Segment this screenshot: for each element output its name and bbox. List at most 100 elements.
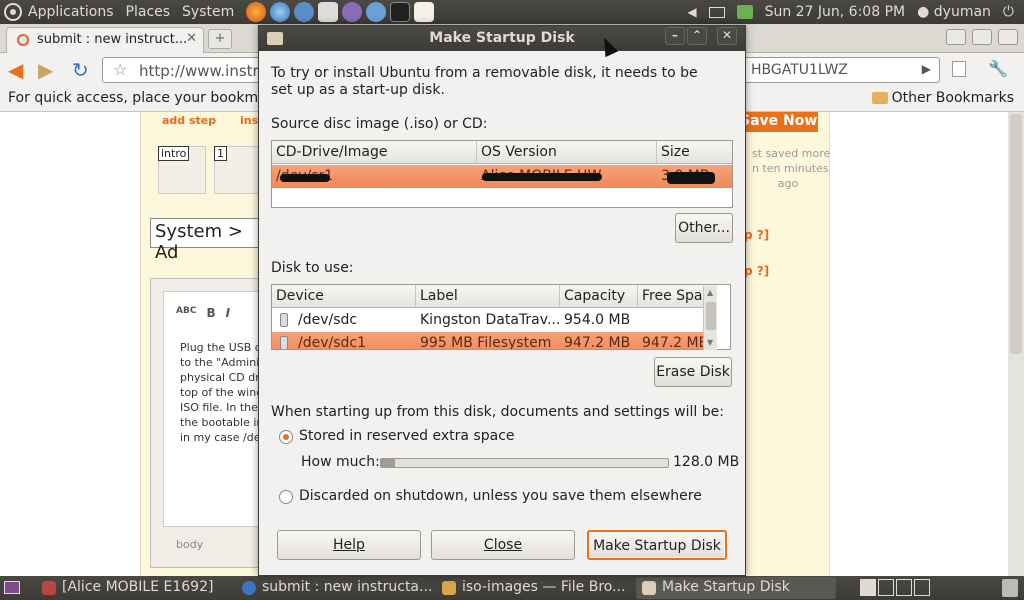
editor-text: Plug the USB d to the "Adminis physical … — [180, 341, 258, 444]
maximize-button[interactable] — [972, 29, 992, 45]
taskbar-item[interactable]: [Alice MOBILE E1692] — [36, 577, 232, 599]
italic-button[interactable]: I — [226, 306, 230, 320]
menu-applications[interactable]: Applications — [22, 4, 120, 20]
menu-system[interactable]: System — [176, 4, 240, 20]
column-header-capacity[interactable]: Capacity — [560, 285, 638, 307]
page-menu-icon[interactable] — [952, 61, 966, 77]
taskbar-item[interactable]: iso-images — File Bro... — [436, 577, 632, 599]
discarded-radio[interactable] — [279, 490, 293, 504]
workspace-1[interactable] — [860, 579, 876, 596]
close-button[interactable] — [998, 29, 1018, 45]
how-much-value: 128.0 MB — [673, 454, 740, 470]
workspace-3[interactable] — [896, 579, 912, 596]
new-tab-button[interactable]: + — [208, 29, 232, 49]
redaction-mark — [482, 173, 602, 181]
workspace-2[interactable] — [878, 579, 894, 596]
go-arrow-icon[interactable]: ▶ — [922, 62, 931, 76]
stored-radio[interactable] — [279, 430, 293, 444]
column-header-device[interactable]: Device — [272, 285, 416, 307]
startup-disk-icon — [642, 581, 656, 595]
chromium-launcher-icon[interactable] — [270, 2, 291, 22]
help-link[interactable]: p ?] — [744, 228, 769, 242]
step-title-input[interactable]: System > Ad — [150, 218, 260, 263]
startup-behavior-label: When starting up from this disk, documen… — [271, 404, 724, 420]
other-bookmarks[interactable]: Other Bookmarks — [871, 90, 1014, 106]
column-header-image[interactable]: CD-Drive/Image — [272, 141, 477, 163]
disk-label-value: Kingston DataTrav... — [420, 312, 560, 328]
stored-radio-label[interactable]: Stored in reserved extra space — [299, 428, 515, 444]
column-header-os-version[interactable]: OS Version — [477, 141, 657, 163]
scrollbar-thumb[interactable] — [1010, 114, 1022, 354]
scrollbar-thumb[interactable] — [706, 302, 716, 330]
reload-icon[interactable]: ↻ — [72, 60, 90, 80]
close-button-label: Close — [483, 537, 523, 553]
redaction-mark — [280, 174, 330, 182]
tools-wrench-icon[interactable]: 🔧 — [988, 59, 1008, 78]
dialog-titlebar[interactable]: Make Startup Disk – ⌃ ✕ — [259, 26, 745, 51]
minimize-button[interactable]: – — [665, 27, 685, 45]
maximize-button[interactable]: ⌃ — [687, 27, 707, 45]
back-arrow-icon[interactable]: ◀ — [8, 60, 26, 80]
insert-button[interactable]: ins — [240, 114, 258, 130]
disk-list[interactable]: Device Label Capacity Free Space /dev/sd… — [271, 284, 731, 350]
clock[interactable]: Sun 27 Jun, 6:08 PM — [765, 4, 906, 20]
source-list[interactable]: CD-Drive/Image OS Version Size /dev/sr1 … — [271, 140, 733, 208]
workspace-switcher[interactable] — [860, 579, 930, 596]
other-button[interactable]: Other... — [675, 213, 733, 243]
url-tail-text: HBGATU1LWZ — [751, 62, 848, 78]
disk-list-scrollbar[interactable]: ▲ ▼ — [703, 286, 717, 350]
column-header-size[interactable]: Size — [657, 141, 732, 163]
mail-indicator-icon[interactable] — [708, 6, 725, 18]
page-scrollbar[interactable] — [1008, 112, 1024, 576]
browser-icon — [242, 581, 256, 595]
taskbar-item-active[interactable]: Make Startup Disk — [636, 577, 836, 599]
disk-capacity: 954.0 MB — [564, 312, 631, 328]
drive-icon — [280, 313, 288, 327]
make-startup-disk-dialog: Make Startup Disk – ⌃ ✕ To try or instal… — [258, 25, 746, 576]
thumbnail-label: 1 — [214, 146, 227, 161]
text-editor-launcher-icon[interactable] — [414, 2, 435, 22]
show-desktop-icon[interactable] — [4, 581, 20, 594]
disk-row[interactable]: /dev/sdc Kingston DataTrav... 954.0 MB — [272, 309, 716, 332]
workspace-4[interactable] — [914, 579, 930, 596]
browser-tab[interactable]: submit : new instruct... ✕ — [6, 27, 204, 53]
make-startup-disk-button[interactable]: Make Startup Disk — [587, 530, 727, 560]
mail-launcher-icon[interactable] — [318, 2, 339, 22]
source-label: Source disc image (.iso) or CD: — [271, 116, 488, 132]
forward-arrow-icon[interactable]: ▶ — [38, 60, 56, 80]
terminal-launcher-icon[interactable] — [390, 2, 411, 22]
menu-places[interactable]: Places — [120, 4, 177, 20]
bookmark-star-icon[interactable]: ☆ — [113, 60, 127, 79]
disk-label-value: 995 MB Filesystem — [420, 335, 552, 350]
power-icon[interactable]: ⏻ — [1003, 4, 1014, 20]
ubuntu-logo-icon[interactable] — [4, 3, 22, 21]
firefox-launcher-icon[interactable] — [246, 2, 267, 22]
editor-toolbar: ABC B I — [176, 306, 230, 320]
column-header-label[interactable]: Label — [416, 285, 560, 307]
volume-icon[interactable]: ◀ — [687, 5, 696, 19]
thumbnail-label: intro — [158, 146, 190, 161]
close-dialog-button[interactable]: Close — [431, 530, 575, 560]
minimize-button[interactable] — [946, 29, 966, 45]
disk-row-selected[interactable]: /dev/sdc1 995 MB Filesystem 947.2 MB 947… — [272, 332, 716, 350]
bold-button[interactable]: B — [206, 306, 215, 320]
thunderbird-launcher-icon[interactable] — [294, 2, 315, 22]
scroll-down-icon[interactable]: ▼ — [707, 338, 713, 347]
discarded-radio-label[interactable]: Discarded on shutdown, unless you save t… — [299, 488, 702, 504]
spellcheck-button[interactable]: ABC — [176, 306, 196, 320]
help-button[interactable]: Help — [277, 530, 421, 560]
taskbar-item[interactable]: submit : new instructa... — [236, 577, 432, 599]
pidgin-launcher-icon[interactable] — [342, 2, 363, 22]
network-launcher-icon[interactable] — [366, 2, 387, 22]
user-menu[interactable]: ● dyuman — [917, 4, 991, 20]
save-now-button[interactable]: Save Now — [736, 112, 818, 132]
close-tab-icon[interactable]: ✕ — [186, 31, 197, 46]
space-slider[interactable] — [380, 458, 669, 468]
erase-disk-button[interactable]: Erase Disk — [654, 357, 732, 387]
trash-icon[interactable] — [1002, 579, 1018, 597]
add-step-button[interactable]: add step — [162, 114, 216, 130]
help-link[interactable]: p ?] — [744, 264, 769, 278]
scroll-up-icon[interactable]: ▲ — [707, 288, 713, 297]
network-indicator-icon[interactable] — [736, 5, 753, 19]
close-button[interactable]: ✕ — [717, 27, 737, 45]
